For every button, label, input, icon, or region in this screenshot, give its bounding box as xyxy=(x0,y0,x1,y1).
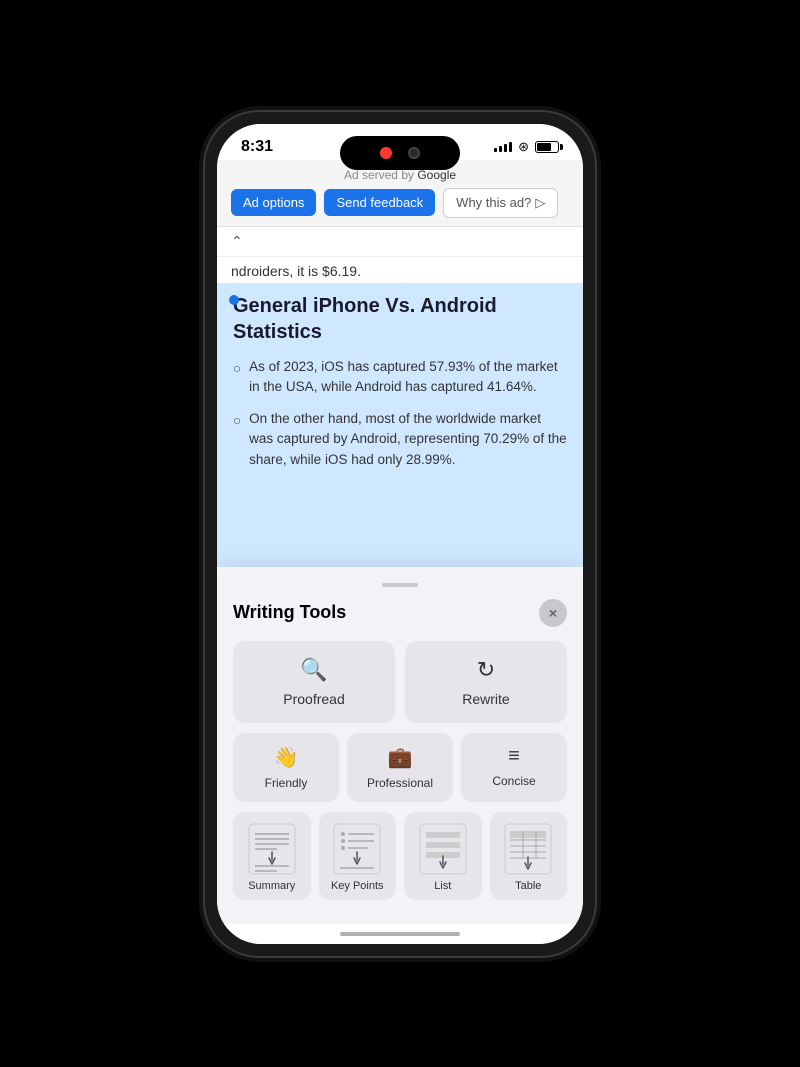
status-time: 8:31 xyxy=(241,138,273,156)
writing-tools-title: Writing Tools xyxy=(233,602,346,623)
friendly-label: Friendly xyxy=(265,776,308,790)
bullet-icon-1: ○ xyxy=(233,359,241,398)
status-bar: 8:31 ⊛ xyxy=(217,124,583,160)
concise-label: Concise xyxy=(492,774,535,788)
tools-row-large: 🔍 Proofread ↻ Rewrite xyxy=(233,641,567,723)
key-points-label: Key Points xyxy=(331,880,384,892)
ad-served-text: Ad served by Google xyxy=(231,168,569,182)
phone-screen: 8:31 ⊛ xyxy=(217,124,583,944)
summary-label: Summary xyxy=(248,880,295,892)
drag-indicator xyxy=(382,583,418,587)
ad-options-button[interactable]: Ad options xyxy=(231,189,316,216)
article-highlighted: General iPhone Vs. Android Statistics ○ … xyxy=(217,283,583,567)
table-button[interactable]: Table xyxy=(490,812,568,900)
bullet-icon-2: ○ xyxy=(233,411,241,470)
rewrite-icon: ↻ xyxy=(477,657,495,683)
ad-buttons: Ad options Send feedback Why this ad? ▷ xyxy=(231,188,569,218)
ad-bar: Ad served by Google Ad options Send feed… xyxy=(217,160,583,227)
recording-indicator xyxy=(380,147,392,159)
battery-fill xyxy=(537,143,551,151)
rewrite-label: Rewrite xyxy=(462,691,509,707)
signal-icon xyxy=(494,142,512,152)
send-feedback-button[interactable]: Send feedback xyxy=(324,189,435,216)
content-area: Ad served by Google Ad options Send feed… xyxy=(217,160,583,924)
tools-row-medium: 👋 Friendly 💼 Professional ≡ Concise xyxy=(233,733,567,802)
camera-indicator xyxy=(408,147,420,159)
article-title: General iPhone Vs. Android Statistics xyxy=(233,293,567,345)
concise-button[interactable]: ≡ Concise xyxy=(461,733,567,802)
why-this-ad-button[interactable]: Why this ad? ▷ xyxy=(443,188,558,218)
tools-row-small: Summary xyxy=(233,812,567,900)
proofread-label: Proofread xyxy=(283,691,344,707)
summary-button[interactable]: Summary xyxy=(233,812,311,900)
list-button[interactable]: List xyxy=(404,812,482,900)
key-points-button[interactable]: Key Points xyxy=(319,812,397,900)
phone-frame: 8:31 ⊛ xyxy=(205,112,595,956)
home-indicator xyxy=(217,924,583,944)
close-writing-tools-button[interactable]: × xyxy=(539,599,567,627)
collapse-bar: ⌃ xyxy=(217,227,583,257)
summary-doc-icon xyxy=(247,822,297,876)
friendly-icon: 👋 xyxy=(274,745,299,770)
writing-tools-header: Writing Tools × xyxy=(233,599,567,627)
dynamic-island xyxy=(340,136,460,170)
list-doc-icon xyxy=(418,822,468,876)
proofread-button[interactable]: 🔍 Proofread xyxy=(233,641,395,723)
article-list-item-1: ○ As of 2023, iOS has captured 57.93% of… xyxy=(233,357,567,398)
battery-icon xyxy=(535,141,559,153)
proofread-icon: 🔍 xyxy=(300,657,327,683)
key-points-doc-icon xyxy=(332,822,382,876)
article-list-item-2: ○ On the other hand, most of the worldwi… xyxy=(233,409,567,470)
chevron-up-icon: ⌃ xyxy=(231,233,243,250)
professional-label: Professional xyxy=(367,776,433,790)
rewrite-button[interactable]: ↻ Rewrite xyxy=(405,641,567,723)
friendly-button[interactable]: 👋 Friendly xyxy=(233,733,339,802)
text-cursor xyxy=(229,295,239,305)
play-icon: ▷ xyxy=(535,195,545,211)
concise-icon: ≡ xyxy=(508,745,520,768)
status-icons: ⊛ xyxy=(494,139,559,155)
writing-tools-panel: Writing Tools × 🔍 Proofread ↻ Rewrite xyxy=(217,567,583,924)
home-bar xyxy=(340,932,460,936)
table-label: Table xyxy=(515,880,541,892)
professional-button[interactable]: 💼 Professional xyxy=(347,733,453,802)
list-label: List xyxy=(434,880,451,892)
article-list: ○ As of 2023, iOS has captured 57.93% of… xyxy=(233,357,567,470)
price-text: ndroiders, it is $6.19. xyxy=(217,257,583,283)
wifi-icon: ⊛ xyxy=(518,139,529,155)
professional-icon: 💼 xyxy=(388,745,413,770)
table-doc-icon xyxy=(503,822,553,876)
collapse-button[interactable]: ⌃ xyxy=(231,233,243,250)
